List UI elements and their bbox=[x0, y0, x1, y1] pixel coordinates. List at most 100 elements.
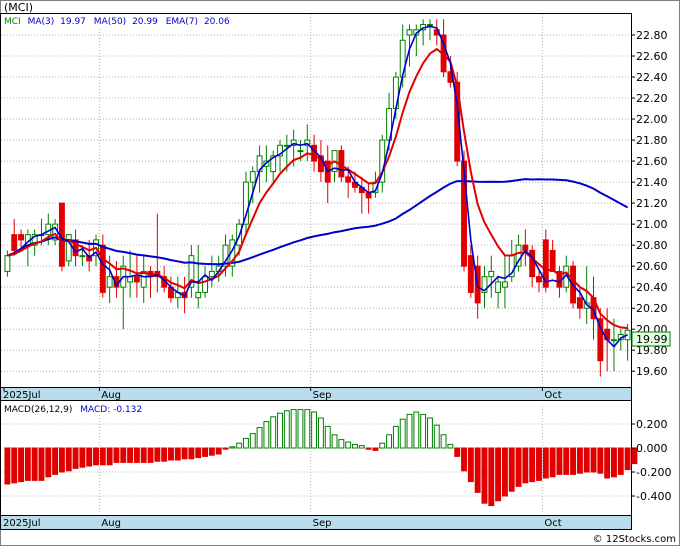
macd-bar-positive bbox=[338, 439, 345, 449]
macd-bar-positive bbox=[249, 433, 256, 449]
candle-up bbox=[106, 276, 113, 288]
macd-bar-positive bbox=[413, 411, 420, 449]
price-legend: MCI MA(3) 19.97 MA(50) 20.99 EMA(7) 20.0… bbox=[2, 14, 234, 27]
candle-up bbox=[202, 276, 209, 293]
legend-ticker: MCI bbox=[4, 17, 21, 27]
price-y-tick-label: 22.40 bbox=[636, 71, 668, 84]
macd-bar-positive bbox=[331, 434, 338, 449]
last-price-badge: 19.99 bbox=[631, 331, 671, 347]
macd-bar-negative bbox=[4, 447, 11, 485]
candle-up bbox=[611, 339, 617, 342]
macd-bar-negative bbox=[99, 447, 106, 466]
macd-bar-negative bbox=[549, 447, 556, 478]
price-y-tick-label: 21.60 bbox=[636, 155, 668, 168]
macd-bar-negative bbox=[222, 447, 229, 450]
price-y-tick-label: 21.80 bbox=[636, 134, 668, 147]
copyright-text: © 12Stocks.com bbox=[593, 534, 676, 545]
price-y-tick-label: 20.40 bbox=[636, 281, 668, 294]
macd-bar-negative bbox=[365, 447, 372, 450]
price-y-tick-label: 20.60 bbox=[636, 260, 668, 273]
candle-down bbox=[467, 255, 474, 293]
macd-bar-negative bbox=[515, 447, 522, 487]
macd-bar-negative bbox=[24, 447, 31, 481]
macd-bar-positive bbox=[426, 417, 433, 449]
legend-ema7-value: 20.06 bbox=[204, 17, 230, 27]
macd-bar-negative bbox=[624, 447, 631, 471]
candle-up bbox=[283, 144, 290, 147]
macd-bar-negative bbox=[38, 447, 45, 481]
macd-bar-positive bbox=[345, 441, 352, 449]
macd-bar-positive bbox=[290, 409, 297, 449]
macd-bar-negative bbox=[65, 447, 72, 472]
macd-bar-negative bbox=[481, 447, 488, 504]
macd-bar-negative bbox=[106, 447, 113, 466]
macd-bar-positive bbox=[433, 424, 440, 449]
candle-up bbox=[4, 255, 11, 272]
candle-down bbox=[99, 244, 106, 293]
candle-up bbox=[426, 24, 433, 27]
macd-bar-positive bbox=[311, 411, 318, 449]
macd-x-tick-label: Oct bbox=[544, 518, 561, 529]
candle-up bbox=[495, 281, 502, 293]
macd-bar-negative bbox=[127, 447, 134, 463]
candle-down bbox=[536, 276, 542, 283]
macd-bar-positive bbox=[352, 443, 358, 449]
macd-bar-negative bbox=[570, 447, 577, 475]
macd-bar-positive bbox=[324, 425, 331, 449]
macd-bar-negative bbox=[461, 447, 467, 472]
macd-bar-negative bbox=[79, 447, 86, 468]
legend-ma50-label: MA(50) bbox=[94, 17, 126, 27]
candle-down bbox=[529, 249, 536, 278]
macd-bar-negative bbox=[563, 447, 570, 475]
macd-bar-negative bbox=[536, 447, 542, 481]
macd-bar-negative bbox=[31, 447, 38, 481]
legend-ma3-label: MA(3) bbox=[28, 17, 55, 27]
candle-up bbox=[79, 255, 86, 258]
macd-bar-positive bbox=[236, 442, 243, 449]
macd-bar-negative bbox=[168, 447, 174, 461]
macd-legend-value-label: MACD: bbox=[80, 405, 110, 415]
macd-bar-negative bbox=[113, 447, 120, 463]
macd-bar-positive bbox=[297, 409, 304, 449]
macd-bar-negative bbox=[195, 447, 202, 459]
macd-bar-negative bbox=[495, 447, 502, 502]
price-x-tick-label: Aug bbox=[101, 390, 121, 401]
candle-down bbox=[133, 276, 140, 283]
macd-bar-positive bbox=[440, 434, 447, 449]
macd-bar-negative bbox=[202, 447, 209, 457]
macd-bar-positive bbox=[283, 410, 290, 449]
macd-bar-negative bbox=[467, 447, 474, 483]
macd-bar-negative bbox=[18, 447, 24, 483]
macd-bar-positive bbox=[277, 412, 283, 449]
macd-bar-positive bbox=[386, 434, 393, 449]
price-y-tick-label: 21.20 bbox=[636, 197, 668, 210]
macd-bar-negative bbox=[208, 447, 215, 456]
macd-bar-negative bbox=[488, 447, 495, 507]
price-panel: 19.6019.8020.0020.2020.4020.6020.8021.00… bbox=[0, 13, 671, 401]
price-y-tick-label: 22.60 bbox=[636, 50, 668, 63]
price-y-tick-label: 20.20 bbox=[636, 302, 668, 315]
macd-bar-negative bbox=[181, 447, 188, 460]
macd-bar-negative bbox=[161, 447, 168, 462]
macd-bar-negative bbox=[86, 447, 93, 467]
price-y-tick-label: 20.80 bbox=[636, 239, 668, 252]
macd-bar-negative bbox=[556, 447, 563, 475]
macd-bar-positive bbox=[447, 443, 454, 449]
macd-y-tick-label: -0.400 bbox=[636, 490, 671, 503]
macd-bar-positive bbox=[270, 416, 277, 449]
macd-x-tick-label: Sep bbox=[313, 518, 332, 529]
stock-chart: (MCI) 19.6019.8020.0020.2020.4020.6020.8… bbox=[0, 0, 680, 546]
macd-bar-negative bbox=[52, 447, 59, 475]
macd-y-tick-label: 0.000 bbox=[636, 442, 668, 455]
macd-bar-negative bbox=[583, 447, 590, 473]
candle-up bbox=[249, 171, 256, 183]
price-y-tick-label: 21.40 bbox=[636, 176, 668, 189]
price-y-tick-label: 22.00 bbox=[636, 113, 668, 126]
candle-down bbox=[18, 234, 24, 241]
macd-bar-positive bbox=[406, 413, 413, 449]
macd-bar-negative bbox=[611, 447, 617, 478]
candle-up bbox=[406, 29, 413, 36]
macd-bar-negative bbox=[501, 447, 508, 497]
macd-bar-negative bbox=[58, 447, 65, 473]
legend-ma3-value: 19.97 bbox=[60, 17, 86, 27]
